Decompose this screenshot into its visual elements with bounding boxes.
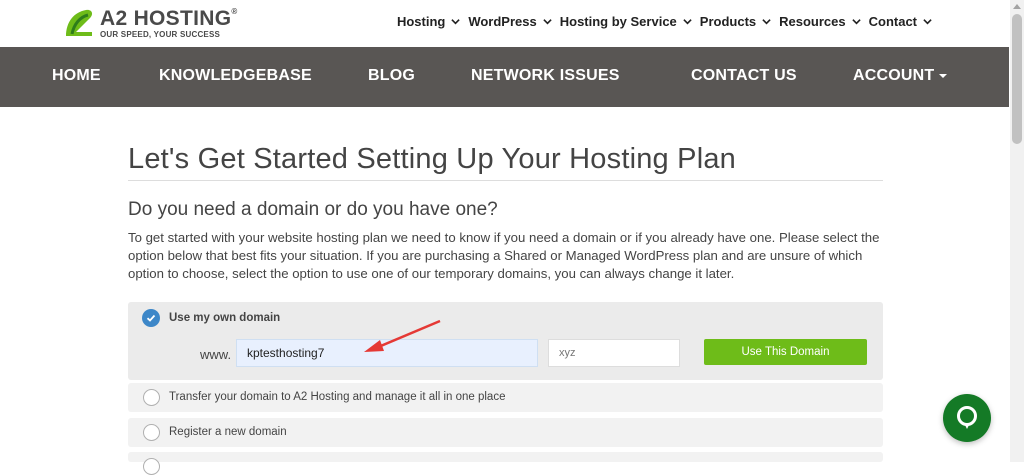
top-nav-hosting[interactable]: Hosting (396, 14, 461, 29)
top-nav-contact[interactable]: Contact (869, 14, 932, 29)
scroll-up-icon[interactable] (1013, 4, 1021, 9)
main-nav-blog[interactable]: BLOG (368, 67, 415, 85)
transfer-radio[interactable] (143, 389, 160, 406)
main-nav-account[interactable]: ACCOUNT (853, 67, 948, 85)
top-nav-resources[interactable]: Resources (779, 14, 861, 29)
top-nav-products[interactable]: Products (700, 14, 771, 29)
top-nav-label: Resources (779, 14, 846, 29)
top-nav: Hosting WordPress Hosting by Service Pro… (397, 14, 932, 29)
top-nav-hosting-by-service[interactable]: Hosting by Service (560, 14, 692, 29)
partial-radio[interactable] (143, 458, 160, 475)
top-nav-label: WordPress (468, 14, 537, 29)
chevron-down-icon (683, 19, 692, 25)
top-header: A2 HOSTING® OUR SPEED, YOUR SUCCESS Host… (0, 0, 1010, 47)
transfer-label: Transfer your domain to A2 Hosting and m… (169, 391, 506, 403)
register-radio[interactable] (143, 424, 160, 441)
scrollbar-thumb[interactable] (1012, 14, 1022, 144)
check-icon (146, 314, 156, 322)
section-subtitle: Do you need a domain or do you have one? (128, 199, 498, 220)
live-chat-button[interactable] (943, 394, 991, 442)
own-domain-radio[interactable] (142, 309, 160, 327)
option-partial[interactable] (128, 452, 883, 475)
option-register[interactable]: Register a new domain (128, 418, 883, 447)
top-nav-label: Contact (868, 14, 917, 29)
register-label: Register a new domain (169, 426, 287, 438)
main-nav-account-label: ACCOUNT (853, 67, 935, 84)
main-nav-home[interactable]: HOME (52, 67, 101, 85)
main-nav-network-issues[interactable]: NETWORK ISSUES (471, 67, 620, 85)
brand-logo[interactable]: A2 HOSTING® OUR SPEED, YOUR SUCCESS (62, 4, 238, 42)
brand-name: A2 HOSTING (100, 6, 232, 30)
chevron-down-icon (762, 19, 771, 25)
brand-tagline: OUR SPEED, YOUR SUCCESS (100, 29, 221, 39)
tld-input[interactable] (548, 339, 680, 367)
main-nav-contact-us[interactable]: CONTACT US (691, 67, 797, 85)
top-nav-label: Products (699, 14, 757, 29)
top-nav-wordpress[interactable]: WordPress (468, 14, 552, 29)
use-this-domain-button[interactable]: Use This Domain (704, 339, 867, 365)
title-divider (128, 180, 883, 181)
chevron-down-icon (851, 19, 861, 25)
main-nav: HOME KNOWLEDGEBASE BLOG NETWORK ISSUES C… (0, 47, 1009, 107)
page-scrollbar[interactable] (1010, 0, 1024, 462)
www-prefix: www. (200, 347, 232, 362)
chevron-down-icon (451, 19, 461, 25)
chevron-down-icon (923, 19, 932, 25)
domain-name-input[interactable] (236, 339, 538, 367)
caret-down-icon (939, 73, 948, 78)
page-title: Let's Get Started Setting Up Your Hostin… (128, 143, 736, 175)
own-domain-label[interactable]: Use my own domain (169, 312, 280, 324)
main-nav-knowledgebase[interactable]: KNOWLEDGEBASE (159, 67, 312, 85)
section-description: To get started with your website hosting… (128, 230, 880, 281)
a2-logo-icon (66, 9, 93, 36)
chat-bubble-icon (957, 406, 977, 429)
registered-mark: ® (231, 6, 238, 16)
chevron-down-icon (543, 19, 552, 25)
option-own-domain: Use my own domain www. Use This Domain (128, 302, 883, 380)
top-nav-label: Hosting by Service (559, 14, 677, 29)
option-transfer[interactable]: Transfer your domain to A2 Hosting and m… (128, 383, 883, 412)
top-nav-label: Hosting (396, 14, 446, 29)
